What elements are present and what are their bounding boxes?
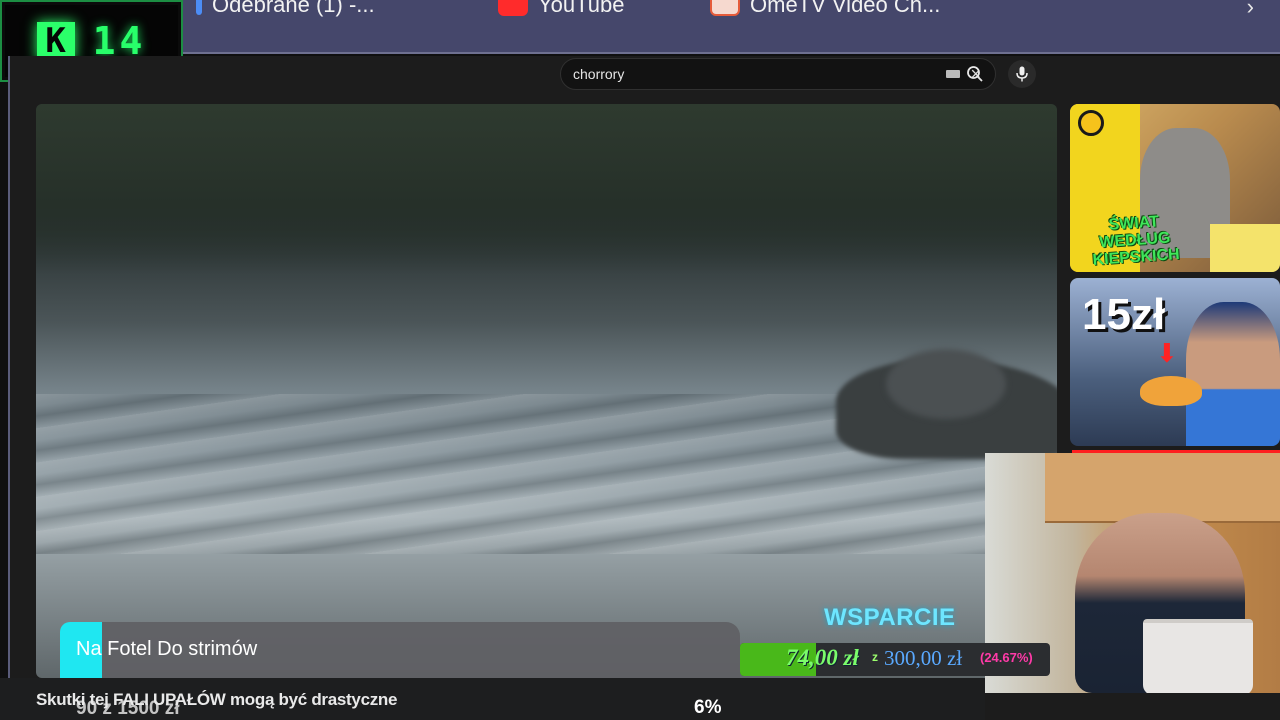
support-title: WSPARCIE xyxy=(824,604,956,631)
thumbnail-pizza xyxy=(1140,376,1202,406)
webcam-mug xyxy=(1143,619,1253,693)
channel-badge-icon xyxy=(1078,110,1104,136)
tab-ometv[interactable]: OmeTV Video Ch... xyxy=(710,0,940,18)
video-background xyxy=(36,104,1057,274)
goal-percent: 6% xyxy=(694,697,722,718)
microphone-icon xyxy=(1016,66,1028,82)
ometv-icon xyxy=(710,0,740,16)
recommended-video-thumbnail[interactable]: ⬇ 15zł xyxy=(1070,278,1280,446)
youtube-icon xyxy=(498,0,528,16)
search-box[interactable]: chorrory × xyxy=(560,58,996,90)
thumbnail-table xyxy=(1210,224,1280,272)
search-button[interactable] xyxy=(955,58,995,90)
support-goal: 300,00 zł xyxy=(884,646,963,670)
thumbnail-person xyxy=(1186,302,1280,446)
search-input[interactable]: chorrory xyxy=(573,66,946,82)
tab-label: OmeTV Video Ch... xyxy=(750,0,941,17)
thumbnail-title: ŚWIAT WEDŁUG KIEPSKICH xyxy=(1092,213,1181,269)
chevron-right-icon[interactable]: › xyxy=(1247,0,1254,20)
news-ticker: Skutki tej FALI UPAŁÓW mogą być drastycz… xyxy=(36,690,398,709)
thumbnail-title: 15zł xyxy=(1082,290,1166,339)
logo-letter: K xyxy=(36,21,75,61)
arrow-down-icon: ⬇ xyxy=(1156,338,1178,368)
video-rock xyxy=(886,349,1006,419)
notification-text: Na Fotel Do strimów xyxy=(76,638,258,660)
tab-label: YouTube xyxy=(538,0,625,17)
tab-label: Odebrane (1) -... xyxy=(212,0,375,17)
support-current: 74,00 zł xyxy=(786,645,859,670)
support-separator: z xyxy=(872,650,878,664)
voice-search-button[interactable] xyxy=(1008,60,1036,88)
recommended-video-thumbnail[interactable]: ŚWIAT WEDŁUG KIEPSKICH xyxy=(1070,104,1280,272)
gmail-icon xyxy=(196,0,202,15)
support-percent: (24.67%) xyxy=(980,650,1033,665)
video-player[interactable] xyxy=(36,104,1057,678)
tab-gmail[interactable]: Odebrane (1) -... xyxy=(196,0,375,18)
search-icon xyxy=(967,66,983,82)
browser-tab-bar: Odebrane (1) -... YouTube OmeTV Video Ch… xyxy=(0,0,1280,54)
tab-youtube[interactable]: YouTube xyxy=(498,0,624,18)
